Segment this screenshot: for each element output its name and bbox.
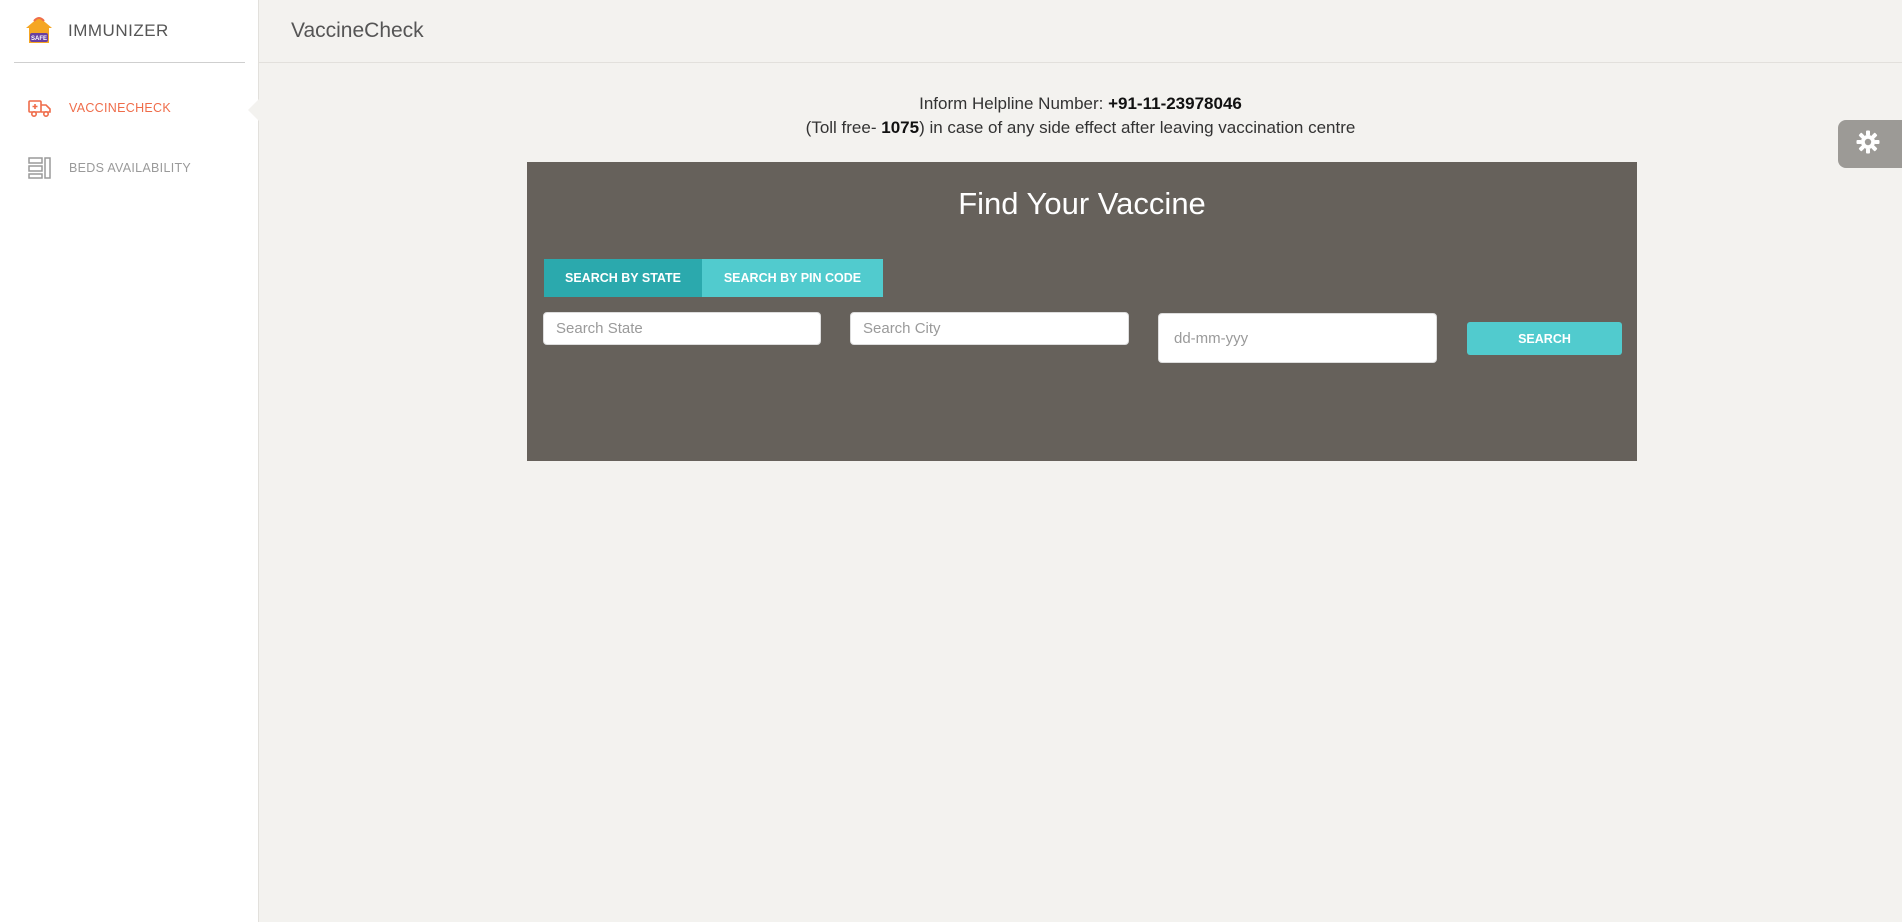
svg-text:SAFE: SAFE <box>31 36 47 42</box>
top-bar: VaccineCheck <box>259 0 1902 63</box>
immunizer-logo-icon: SAFE <box>22 14 56 48</box>
search-mode-tabs: SEARCH BY STATE SEARCH BY PIN CODE <box>544 259 883 297</box>
vaccine-finder-panel: Find Your Vaccine SEARCH BY STATE SEARCH… <box>527 162 1637 461</box>
bed-list-icon <box>28 156 52 180</box>
helpline-info: Inform Helpline Number: +91-11-23978046 … <box>259 92 1902 140</box>
tab-search-by-pin-code[interactable]: SEARCH BY PIN CODE <box>702 259 883 297</box>
helpline-number: +91-11-23978046 <box>1108 94 1242 113</box>
search-state-input[interactable] <box>543 312 821 345</box>
brand[interactable]: SAFE IMMUNIZER <box>14 0 245 63</box>
gear-icon <box>1856 130 1880 159</box>
date-input[interactable] <box>1158 313 1437 363</box>
helpline-line-2: (Toll free- 1075) in case of any side ef… <box>259 116 1902 140</box>
search-button[interactable]: SEARCH <box>1467 322 1622 355</box>
toll-free-suffix: ) in case of any side effect after leavi… <box>919 118 1356 137</box>
brand-name: IMMUNIZER <box>68 21 169 40</box>
helpline-label: Inform Helpline Number: <box>919 94 1109 113</box>
page-title: VaccineCheck <box>291 19 424 42</box>
sidebar: SAFE IMMUNIZER VACCINECHECK BEDS AVAILAB… <box>0 0 260 922</box>
sidebar-nav: VACCINECHECK BEDS AVAILABILITY <box>0 78 260 198</box>
toll-free-number: 1075 <box>881 118 920 137</box>
sidebar-item-beds-availability[interactable]: BEDS AVAILABILITY <box>0 138 259 198</box>
toll-free-prefix: (Toll free- <box>805 118 882 137</box>
tab-search-by-state[interactable]: SEARCH BY STATE <box>544 259 702 297</box>
helpline-line-1: Inform Helpline Number: +91-11-23978046 <box>259 92 1902 116</box>
sidebar-item-label: BEDS AVAILABILITY <box>69 161 192 175</box>
search-city-input[interactable] <box>850 312 1129 345</box>
ambulance-icon <box>28 96 52 120</box>
sidebar-item-vaccinecheck[interactable]: VACCINECHECK <box>0 78 260 138</box>
sidebar-item-label: VACCINECHECK <box>69 101 171 115</box>
settings-button[interactable] <box>1838 120 1902 168</box>
finder-title: Find Your Vaccine <box>958 186 1206 221</box>
